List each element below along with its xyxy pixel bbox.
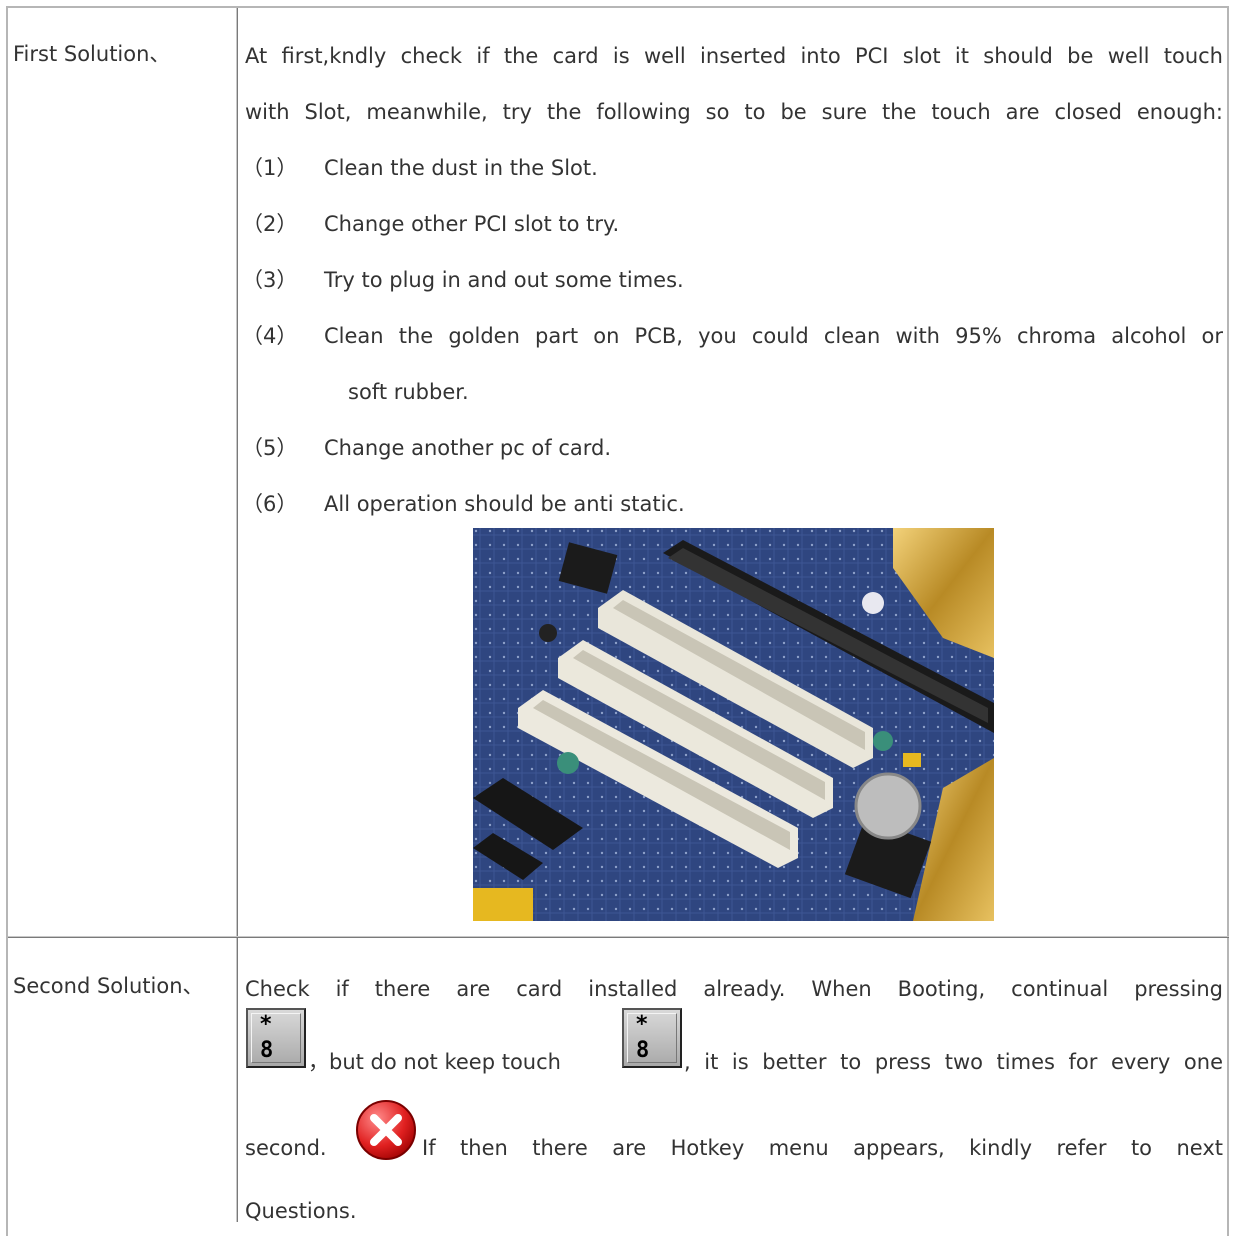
step-number: （4）	[242, 324, 298, 348]
error-icon	[356, 1100, 416, 1160]
step-text: Try to plug in and out some times.	[324, 268, 684, 292]
step-text: Clean the golden part on PCB, you could …	[324, 324, 1223, 348]
second-line-4: Questions.	[245, 1199, 357, 1223]
numpad-8-key-icon: * 8	[622, 1008, 682, 1068]
step-text-continued: soft rubber.	[348, 380, 469, 404]
second-line-3b: If then there are Hotkey menu appears, k…	[422, 1136, 1223, 1160]
pci-slots-photo	[473, 528, 994, 921]
intro-line-2: with Slot, meanwhile, try the following …	[245, 100, 1223, 124]
numpad-8-key-icon: * 8	[246, 1008, 306, 1068]
motherboard-illustration	[473, 528, 994, 921]
step-text: Change other PCI slot to try.	[324, 212, 620, 236]
step-text: Change another pc of card.	[324, 436, 612, 460]
step-number: （1）	[242, 156, 298, 180]
first-solution-label: First Solution、	[13, 42, 171, 66]
intro-line-1: At first,kndly check if the card is well…	[245, 44, 1223, 68]
step-number: （5）	[242, 436, 298, 460]
second-line-1: Check if there are card installed alread…	[245, 977, 1223, 1001]
step-number: （6）	[242, 492, 298, 516]
row-divider	[8, 936, 1229, 938]
step-text: Clean the dust in the Slot.	[324, 156, 598, 180]
second-solution-label: Second Solution、	[13, 974, 204, 998]
step-text: All operation should be anti static.	[324, 492, 685, 516]
second-line-2b: , it is better to press two times for ev…	[684, 1050, 1223, 1074]
column-divider	[236, 8, 238, 1222]
step-number: （3）	[242, 268, 298, 292]
step-number: （2）	[242, 212, 298, 236]
second-line-3a: second.	[245, 1136, 327, 1160]
second-line-2a: ，but do not keep touch	[308, 1050, 561, 1074]
